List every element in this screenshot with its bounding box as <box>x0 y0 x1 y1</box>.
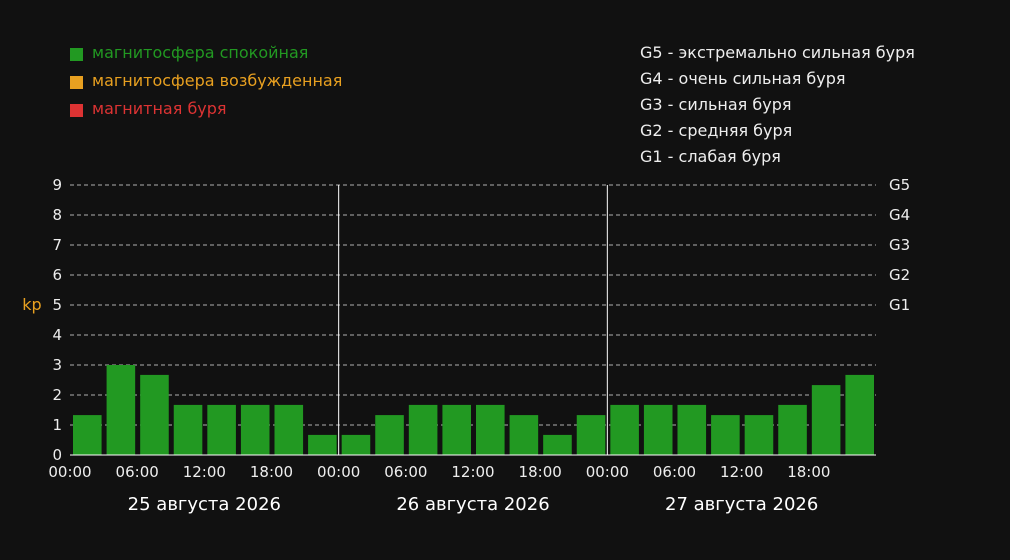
kp-bar <box>576 415 606 455</box>
kp-bar <box>442 404 471 455</box>
g-level-label: G4 <box>889 206 910 224</box>
kp-bar <box>476 404 505 455</box>
kp-bar <box>610 404 639 455</box>
kp-bar <box>106 365 136 455</box>
g-level-label: G3 <box>889 236 910 254</box>
kp-bar <box>274 404 304 455</box>
kp-bar <box>140 374 169 455</box>
kp-bar <box>778 404 807 455</box>
g-level-label: G5 <box>889 176 910 194</box>
x-tick-label: 06:00 <box>384 463 427 481</box>
legend-swatch <box>70 76 83 89</box>
legend-swatch <box>70 104 83 117</box>
x-tick-label: 18:00 <box>787 463 830 481</box>
legend-label: магнитосфера спокойная <box>92 43 308 62</box>
x-tick-label: 18:00 <box>250 463 293 481</box>
kp-bar <box>240 404 270 455</box>
kp-bar <box>677 404 707 455</box>
y-tick-label: 4 <box>52 326 62 344</box>
x-tick-label: 00:00 <box>48 463 91 481</box>
storm-level-description: G4 - очень сильная буря <box>640 69 846 88</box>
storm-level-description: G2 - средняя буря <box>640 121 792 140</box>
y-tick-label: 6 <box>52 266 62 284</box>
x-tick-label: 12:00 <box>183 463 226 481</box>
kp-bar <box>73 415 102 455</box>
x-tick-label: 06:00 <box>116 463 159 481</box>
legend: магнитосфера спокойная магнитосфера возбу… <box>70 43 342 118</box>
storm-level-descriptions: G5 - экстремально сильная буря G4 - очень… <box>640 43 915 166</box>
g-level-label: G2 <box>889 266 910 284</box>
kp-index-chart: магнитосфера спокойная магнитосфера возбу… <box>22 43 915 515</box>
axes: 0 1 2 3 4 5 6 7 8 9 kp G1 G2 G3 G4 G5 00:00 06:00 12:00 18:… <box>22 176 910 515</box>
y-tick-label: 8 <box>52 206 62 224</box>
day-label: 26 августа 2026 <box>396 494 549 515</box>
bars <box>73 365 874 455</box>
legend-label: магнитосфера возбужденная <box>92 71 342 90</box>
y-tick-label: 2 <box>52 386 62 404</box>
kp-bar <box>845 374 874 455</box>
x-tick-label: 00:00 <box>317 463 360 481</box>
x-tick-label: 18:00 <box>519 463 562 481</box>
y-tick-label: 0 <box>52 446 62 464</box>
kp-bar <box>744 415 774 455</box>
y-tick-label: 5 <box>52 296 62 314</box>
y-tick-label: 9 <box>52 176 62 194</box>
kp-bar <box>509 415 539 455</box>
x-tick-label: 12:00 <box>720 463 763 481</box>
kp-bar <box>711 415 740 455</box>
y-tick-label: 7 <box>52 236 62 254</box>
g-level-label: G1 <box>889 296 910 314</box>
y-tick-label: 3 <box>52 356 62 374</box>
x-tick-label: 06:00 <box>653 463 696 481</box>
y-tick-label: 1 <box>52 416 62 434</box>
y-axis-label: kp <box>22 295 41 314</box>
kp-bar <box>811 385 841 455</box>
kp-bar <box>375 415 404 455</box>
storm-level-description: G3 - сильная буря <box>640 95 791 114</box>
x-tick-label: 12:00 <box>451 463 494 481</box>
kp-bar <box>173 404 203 455</box>
kp-bar <box>408 404 438 455</box>
day-label: 27 августа 2026 <box>665 494 818 515</box>
kp-bar <box>643 404 673 455</box>
storm-level-description: G5 - экстремально сильная буря <box>640 43 915 62</box>
legend-label: магнитная буря <box>92 99 227 118</box>
x-tick-label: 00:00 <box>586 463 629 481</box>
kp-bar <box>207 404 236 455</box>
kp-bar <box>341 434 371 455</box>
day-label: 25 августа 2026 <box>128 494 281 515</box>
legend-swatch <box>70 48 83 61</box>
storm-level-description: G1 - слабая буря <box>640 147 781 166</box>
kp-bar <box>308 434 337 455</box>
kp-bar <box>543 434 572 455</box>
